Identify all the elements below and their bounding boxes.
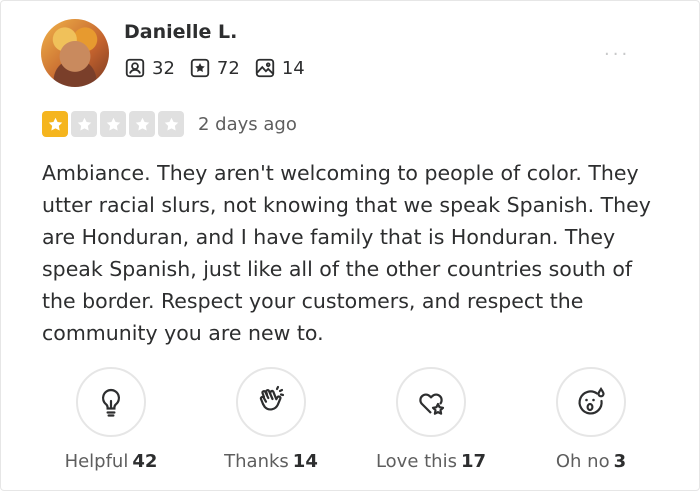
thanks-reaction[interactable]: Thanks 14 xyxy=(191,367,351,472)
star-rating xyxy=(42,111,187,137)
photo-icon xyxy=(255,58,274,78)
star-icon xyxy=(100,111,126,137)
avatar[interactable] xyxy=(41,19,109,87)
oh-no-reaction[interactable]: Oh no 3 xyxy=(511,367,671,472)
love-button[interactable] xyxy=(396,367,466,437)
review-star-icon xyxy=(190,58,210,78)
oh-no-button[interactable] xyxy=(556,367,626,437)
review-text: Ambiance. They aren't welcoming to peopl… xyxy=(42,161,651,345)
helpful-label: Helpful xyxy=(64,451,129,472)
review-date: 2 days ago xyxy=(198,113,297,135)
reviews-count: 72 xyxy=(216,57,240,79)
photos-stat: 14 xyxy=(254,57,305,79)
user-name[interactable]: Danielle L. xyxy=(124,21,237,43)
reviews-stat: 72 xyxy=(189,57,240,79)
love-count: 17 xyxy=(460,451,487,472)
review-card: Danielle L. 32 72 14 ... 2 days ago Ambi… xyxy=(0,0,700,491)
helpful-count: 42 xyxy=(132,451,158,472)
heart-sparkle-icon xyxy=(419,393,445,415)
star-icon xyxy=(129,111,155,137)
friends-stat: 32 xyxy=(124,57,175,79)
star-icon xyxy=(71,111,97,137)
reactions-bar: Helpful 42 Thanks 14 Love this 17 Oh no … xyxy=(1,367,700,487)
star-icon xyxy=(158,111,184,137)
thanks-label: Thanks xyxy=(224,451,289,472)
photos-count: 14 xyxy=(281,57,305,79)
friends-count: 32 xyxy=(152,57,175,79)
love-label: Love this xyxy=(375,451,457,472)
clapping-hands-icon xyxy=(259,385,285,411)
rating-row: 2 days ago xyxy=(42,111,297,137)
surprised-face-icon xyxy=(578,387,605,415)
friends-icon xyxy=(125,58,145,78)
love-reaction[interactable]: Love this 17 xyxy=(351,367,511,472)
oh-no-label: Oh no xyxy=(555,451,610,472)
user-stats: 32 72 14 xyxy=(124,57,319,79)
helpful-reaction[interactable]: Helpful 42 xyxy=(31,367,191,472)
more-options-icon[interactable]: ... xyxy=(604,41,630,59)
lightbulb-icon xyxy=(101,388,121,417)
helpful-button[interactable] xyxy=(76,367,146,437)
thanks-count: 14 xyxy=(292,451,318,472)
thanks-button[interactable] xyxy=(236,367,306,437)
star-icon xyxy=(42,111,68,137)
oh-no-count: 3 xyxy=(613,451,627,472)
